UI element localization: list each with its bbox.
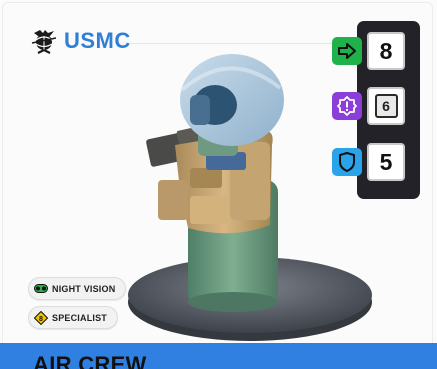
faction-header: USMC xyxy=(30,28,131,54)
stat-defense: 5 xyxy=(330,143,410,181)
stat-move-value: 8 xyxy=(379,37,393,64)
specialist-badge-number: 8 xyxy=(39,316,43,323)
unit-name: AIR CREW xyxy=(33,352,147,369)
shield-icon xyxy=(332,148,362,176)
stat-special-inner: 6 xyxy=(374,94,398,118)
arrow-right-icon xyxy=(332,37,362,65)
trait-night-vision[interactable]: NIGHT VISION xyxy=(28,277,127,300)
usmc-emblem-icon xyxy=(31,30,57,54)
alert-octagon-icon xyxy=(332,92,362,120)
unit-name-bar: AIR CREW xyxy=(0,343,437,369)
stat-defense-value: 5 xyxy=(379,148,393,175)
stat-special-box: 6 xyxy=(367,87,405,125)
specialist-diamond-icon: 8 xyxy=(34,310,48,325)
night-vision-goggles-icon xyxy=(34,284,48,293)
stat-move: 8 xyxy=(330,32,410,70)
stat-defense-box: 5 xyxy=(367,143,405,181)
unit-card: USMC 8 6 5 NIGHT VISION 8 SPECIALIST AIR… xyxy=(0,0,437,369)
trait-label: SPECIALIST xyxy=(52,312,108,323)
trait-label: NIGHT VISION xyxy=(52,283,116,294)
stat-move-box: 8 xyxy=(367,32,405,70)
header-divider xyxy=(130,43,345,44)
trait-specialist[interactable]: 8 SPECIALIST xyxy=(28,306,119,329)
stat-special-value: 6 xyxy=(382,98,390,114)
stat-special: 6 xyxy=(330,87,410,125)
